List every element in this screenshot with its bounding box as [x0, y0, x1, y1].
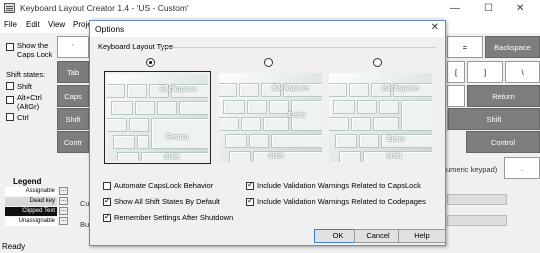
layout-radio-3[interactable]: [373, 58, 382, 67]
keyboard-app-icon: [4, 3, 15, 13]
key-equals[interactable]: =: [447, 36, 483, 58]
show-all-shift-states-option[interactable]: Show All Shift States By Default: [103, 196, 220, 207]
key-shift-right[interactable]: Shift: [448, 108, 540, 130]
alt-ctrl-checkbox[interactable]: [6, 96, 14, 104]
menu-edit[interactable]: Edit: [26, 20, 40, 29]
numeric-keypad-label: umeric keypad): [446, 165, 498, 174]
validation-capslock-checkbox[interactable]: [246, 180, 254, 191]
key-period[interactable]: .: [504, 157, 540, 179]
thumb2-backspace-label: Backspace: [272, 85, 309, 92]
key-shift-left[interactable]: Shift: [57, 108, 89, 130]
thumb2-shift-label: Shift: [268, 153, 284, 160]
remember-settings-checkbox[interactable]: [103, 212, 111, 223]
menu-bar: File Edit View Proje: [0, 17, 92, 33]
key-backspace[interactable]: Backspace: [485, 36, 540, 58]
main-title-bar-right: — ☐ ✕: [444, 0, 540, 33]
thumb1-return-label: Return: [166, 134, 189, 141]
minimize-icon[interactable]: —: [450, 3, 460, 14]
key-bracket-right[interactable]: ]: [467, 61, 503, 83]
layout-thumbnail-2[interactable]: Backspace Enter Shift: [217, 71, 324, 164]
key-control-left[interactable]: Contr: [57, 131, 89, 153]
show-all-shift-states-label: Show All Shift States By Default: [114, 197, 220, 206]
layout-thumbnail-3-image: Backspace Enter Shift: [329, 73, 432, 162]
validation-capslock-option[interactable]: Include Validation Warnings Related to C…: [246, 180, 421, 191]
remember-settings-label: Remember Settings After Shutdown: [114, 213, 234, 222]
key-control-right[interactable]: Control: [466, 131, 540, 153]
legend-unassignable-button[interactable]: ...: [59, 217, 68, 225]
menu-view[interactable]: View: [48, 20, 65, 29]
thumb1-shift-label: Shift: [164, 154, 180, 161]
layout-thumbnail-3[interactable]: Backspace Enter Shift: [327, 71, 434, 164]
shift-states-label: Shift states:: [6, 70, 46, 79]
validation-capslock-label: Include Validation Warnings Related to C…: [257, 181, 421, 190]
cancel-button[interactable]: Cancel: [354, 229, 402, 243]
legend-unassignable: Unassignable: [5, 217, 57, 226]
key-return[interactable]: Return: [467, 85, 540, 107]
show-caps-lock-label: Show the Caps Lock: [17, 41, 53, 59]
thumb1-backspace-label: Backspace: [160, 86, 197, 93]
automate-capslock-option[interactable]: Automate CapsLock Behavior: [103, 181, 214, 191]
thumb3-shift-label: Shift: [386, 153, 402, 160]
behind-field-1: [447, 194, 507, 205]
validation-codepages-label: Include Validation Warnings Related to C…: [257, 197, 426, 206]
key-caps[interactable]: Caps: [57, 85, 89, 107]
legend-dead-key-button[interactable]: ...: [59, 197, 68, 205]
shift-label: Shift: [17, 82, 33, 91]
dialog-close-icon[interactable]: ✕: [431, 22, 439, 33]
menu-file[interactable]: File: [4, 20, 17, 29]
alt-ctrl-label: Alt+Ctrl (AltGr): [17, 93, 42, 111]
key-quote[interactable]: [447, 85, 465, 107]
layout-radio-2[interactable]: [264, 58, 273, 67]
layout-thumbnail-1[interactable]: Backspace Return Shift: [104, 71, 211, 164]
group-divider: [160, 47, 436, 48]
thumb3-enter-label: Enter: [387, 136, 405, 143]
validation-codepages-checkbox[interactable]: [246, 196, 254, 207]
legend-clipped-text-button[interactable]: ...: [59, 207, 68, 215]
layout-thumbnail-2-image: Backspace Enter Shift: [219, 73, 322, 162]
main-window-title: Keyboard Layout Creator 1.4 - 'US - Cust…: [20, 3, 189, 13]
show-all-shift-states-checkbox[interactable]: [103, 196, 111, 207]
show-caps-lock-checkbox[interactable]: [6, 43, 14, 51]
validation-codepages-option[interactable]: Include Validation Warnings Related to C…: [246, 196, 426, 207]
legend-title: Legend: [13, 177, 42, 186]
key-backslash[interactable]: \: [505, 61, 540, 83]
thumb3-backspace-label: Backspace: [382, 85, 419, 92]
maximize-icon[interactable]: ☐: [484, 3, 493, 14]
key-bracket-left[interactable]: [: [447, 61, 465, 83]
close-icon[interactable]: ✕: [516, 3, 524, 14]
ctrl-checkbox[interactable]: [6, 113, 14, 121]
status-text: Ready: [2, 242, 26, 251]
options-dialog: Options ✕ Keyboard Layout Type Backspace…: [89, 20, 446, 246]
legend-clipped-text: Clipped Text: [5, 207, 57, 216]
layout-thumbnail-1-image: Backspace Return Shift: [107, 74, 208, 161]
thumb2-enter-label: Enter: [288, 112, 306, 119]
help-button[interactable]: Help: [398, 229, 446, 243]
key-tab[interactable]: Tab: [57, 61, 89, 83]
automate-capslock-label: Automate CapsLock Behavior: [114, 181, 214, 190]
remember-settings-option[interactable]: Remember Settings After Shutdown: [103, 212, 234, 223]
dialog-title: Options: [95, 24, 125, 34]
shift-checkbox[interactable]: [6, 82, 14, 90]
key-backtick[interactable]: `: [57, 36, 89, 58]
dialog-title-bar: Options ✕: [90, 21, 445, 37]
behind-field-2: [447, 215, 507, 226]
legend-assignable-button[interactable]: ...: [59, 187, 68, 195]
legend-assignable: Assignable: [5, 187, 57, 196]
legend-dead-key: Dead key: [5, 197, 57, 206]
ctrl-label: Ctrl: [17, 113, 29, 122]
layout-radio-1[interactable]: [146, 58, 155, 67]
automate-capslock-checkbox[interactable]: [103, 182, 111, 191]
